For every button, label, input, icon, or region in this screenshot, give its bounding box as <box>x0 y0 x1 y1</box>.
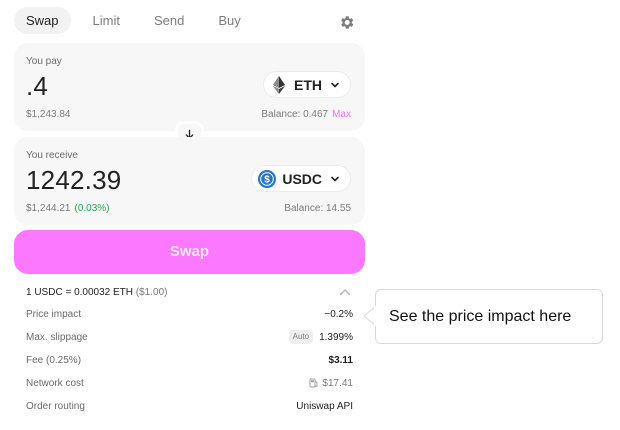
gear-icon[interactable] <box>338 14 355 31</box>
receive-price-diff: (0.03%) <box>74 203 110 214</box>
auto-badge[interactable]: Auto <box>288 330 314 345</box>
callout-pointer-mask <box>374 306 377 326</box>
gas-pump-icon <box>309 378 318 388</box>
network-cost-value: $17.41 <box>309 372 353 395</box>
detail-row-price-impact: Price impact −0.2% <box>26 303 353 326</box>
receive-amount-input[interactable]: 1242.39 <box>26 165 121 196</box>
chevron-down-icon <box>331 176 339 181</box>
fee-value: $3.11 <box>328 355 353 366</box>
pay-panel: You pay .4 ETH $1,243.84 Balance: 0.467 M… <box>14 43 365 131</box>
receive-usd-value: $1,244.21 (0.03%) <box>26 203 110 214</box>
detail-label: Network cost <box>26 378 84 389</box>
detail-label: Max. slippage <box>26 332 88 343</box>
receive-token-selector[interactable]: $ USDC <box>251 165 351 192</box>
slippage-text: 1.399% <box>319 332 353 343</box>
pay-label: You pay <box>26 56 62 67</box>
detail-label: Fee (0.25%) <box>26 355 82 366</box>
receive-usd-text: $1,244.21 <box>26 203 71 214</box>
receive-panel: You receive 1242.39 $ USDC $1,244.21 (0.0… <box>14 137 365 225</box>
eth-icon <box>270 75 288 94</box>
pay-token-selector[interactable]: ETH <box>263 71 351 98</box>
swap-button[interactable]: Swap <box>14 230 365 274</box>
detail-row-order-routing: Order routing Uniswap API <box>26 395 353 418</box>
chevron-up-icon[interactable] <box>339 288 351 296</box>
max-slippage-value: Auto 1.399% <box>288 326 353 349</box>
pay-balance-text: Balance: 0.467 <box>261 109 329 120</box>
swap-details: 1 USDC = 0.00032 ETH ($1.00) Price impac… <box>26 283 353 418</box>
receive-token-symbol: USDC <box>282 170 322 187</box>
network-cost-text: $17.41 <box>322 378 353 389</box>
detail-row-fee: Fee (0.25%) $3.11 <box>26 349 353 372</box>
max-button[interactable]: Max <box>332 109 351 120</box>
receive-balance: Balance: 14.55 <box>284 203 351 214</box>
usdc-icon: $ <box>258 169 277 188</box>
pay-usd-value: $1,243.84 <box>26 109 71 120</box>
order-routing-value: Uniswap API <box>296 401 353 412</box>
pay-balance: Balance: 0.467 Max <box>261 109 351 120</box>
price-impact-callout: See the price impact here <box>375 289 603 344</box>
detail-label: Order routing <box>26 401 85 412</box>
tab-buy[interactable]: Buy <box>206 7 252 34</box>
exchange-rate[interactable]: 1 USDC = 0.00032 ETH ($1.00) <box>26 283 353 303</box>
svg-text:$: $ <box>265 174 271 185</box>
exchange-rate-text: 1 USDC = 0.00032 ETH <box>26 287 133 298</box>
detail-row-max-slippage: Max. slippage Auto 1.399% <box>26 326 353 349</box>
detail-row-network-cost: Network cost $17.41 <box>26 372 353 395</box>
receive-label: You receive <box>26 150 78 161</box>
exchange-rate-usd: ($1.00) <box>135 287 168 298</box>
tab-limit[interactable]: Limit <box>81 7 132 34</box>
pay-token-symbol: ETH <box>294 76 322 93</box>
tab-send[interactable]: Send <box>142 7 196 34</box>
tab-swap[interactable]: Swap <box>14 7 71 34</box>
price-impact-value: −0.2% <box>324 309 353 320</box>
pay-amount-input[interactable]: .4 <box>26 71 48 102</box>
detail-label: Price impact <box>26 309 82 320</box>
swap-tabs: Swap Limit Send Buy <box>14 7 263 34</box>
chevron-down-icon <box>331 82 339 87</box>
